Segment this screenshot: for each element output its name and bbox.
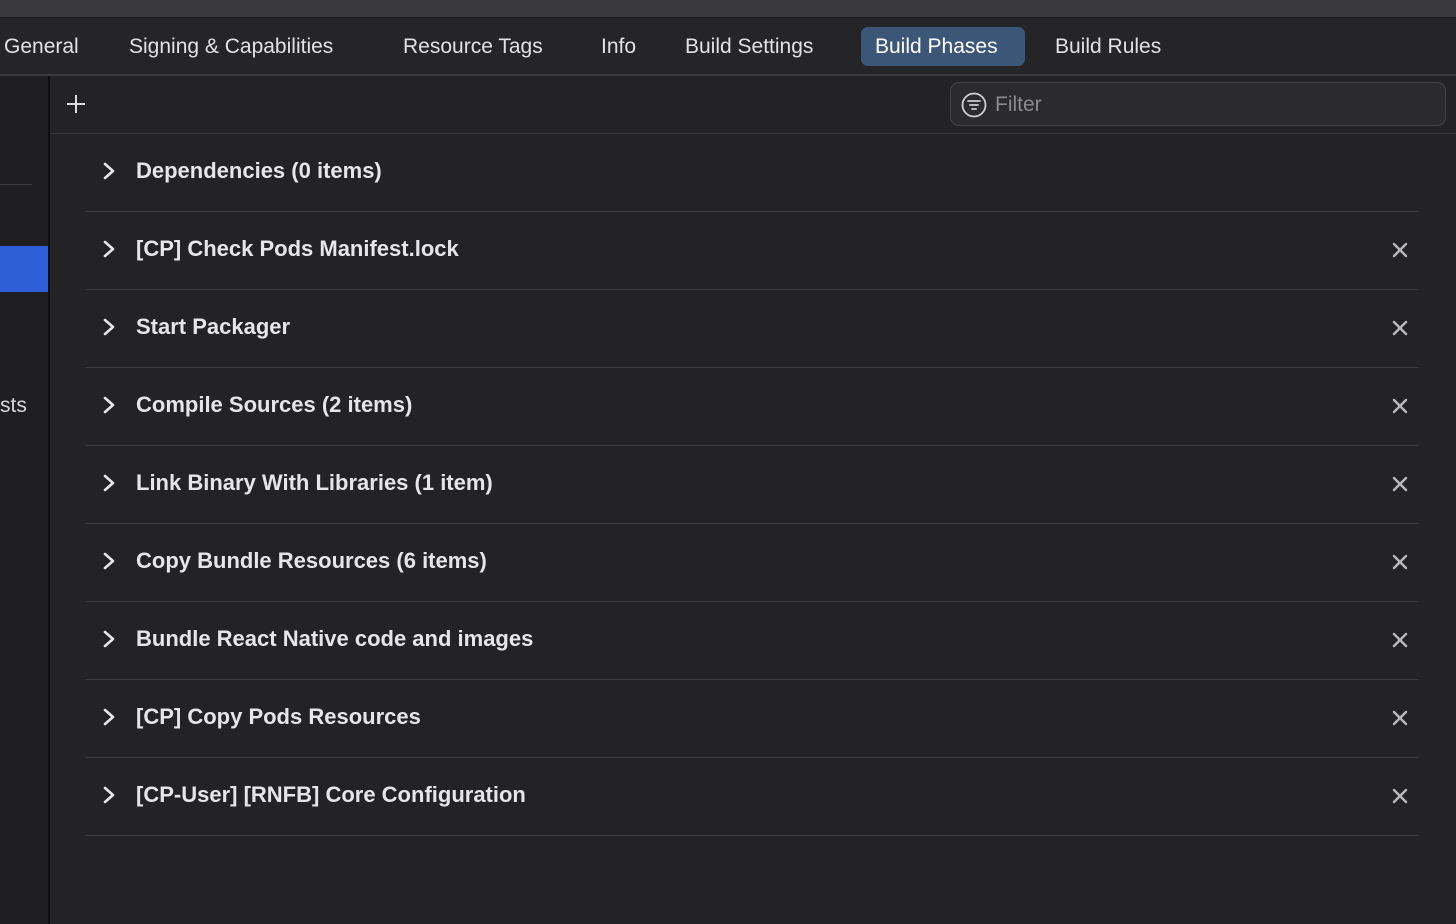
plus-icon[interactable]: [66, 94, 86, 114]
build-phase-label: Compile Sources (2 items): [136, 392, 413, 417]
tab-general[interactable]: General: [0, 27, 93, 66]
build-phase-copy-bundle-resources[interactable]: Copy Bundle Resources (6 items): [86, 524, 1418, 602]
window-top-strip: [0, 0, 1456, 18]
chevron-right-icon[interactable]: [102, 395, 116, 415]
close-icon[interactable]: [1392, 788, 1408, 804]
build-phase-label: Bundle React Native code and images: [136, 626, 534, 651]
chevron-right-icon[interactable]: [102, 551, 116, 571]
sidebar-item-label[interactable]: sts: [0, 394, 27, 418]
chevron-right-icon[interactable]: [102, 629, 116, 649]
build-phase-start-packager[interactable]: Start Packager: [86, 290, 1418, 368]
filter-icon: [961, 92, 987, 118]
chevron-right-icon[interactable]: [102, 785, 116, 805]
sidebar-divider: [0, 184, 32, 185]
filter-field[interactable]: [950, 82, 1446, 126]
tab-resource-tags[interactable]: Resource Tags: [389, 27, 557, 66]
build-phase-core-configuration[interactable]: [CP-User] [RNFB] Core Configuration: [86, 758, 1418, 836]
chevron-right-icon[interactable]: [102, 239, 116, 259]
chevron-right-icon[interactable]: [102, 473, 116, 493]
filter-input[interactable]: [993, 88, 1437, 122]
close-icon[interactable]: [1392, 476, 1408, 492]
close-icon[interactable]: [1392, 398, 1408, 414]
build-phase-label: Copy Bundle Resources (6 items): [136, 548, 487, 573]
build-phase-label: Link Binary With Libraries (1 item): [136, 470, 493, 495]
editor-tab-bar: General Signing & Capabilities Resource …: [0, 18, 1456, 76]
build-phase-label: Start Packager: [136, 314, 291, 339]
build-phase-copy-pods-resources[interactable]: [CP] Copy Pods Resources: [86, 680, 1418, 758]
close-icon[interactable]: [1392, 554, 1408, 570]
tab-signing-capabilities[interactable]: Signing & Capabilities: [115, 27, 347, 66]
build-phase-label: Dependencies (0 items): [136, 158, 382, 183]
build-phases-list: Dependencies (0 items) [CP] Check Pods M…: [86, 134, 1418, 836]
targets-sidebar: sts: [0, 76, 50, 924]
close-icon[interactable]: [1392, 242, 1408, 258]
build-phase-label: [CP] Copy Pods Resources: [136, 704, 421, 729]
tab-build-settings[interactable]: Build Settings: [671, 27, 827, 66]
tab-build-rules[interactable]: Build Rules: [1041, 27, 1175, 66]
build-phase-bundle-react-native[interactable]: Bundle React Native code and images: [86, 602, 1418, 680]
close-icon[interactable]: [1392, 710, 1408, 726]
tab-build-phases[interactable]: Build Phases: [861, 27, 1025, 66]
build-phase-link-binary[interactable]: Link Binary With Libraries (1 item): [86, 446, 1418, 524]
build-phase-dependencies[interactable]: Dependencies (0 items): [86, 134, 1418, 212]
build-phase-label: [CP] Check Pods Manifest.lock: [136, 236, 459, 261]
build-phases-toolbar: [50, 76, 1456, 134]
chevron-right-icon[interactable]: [102, 707, 116, 727]
build-phase-label: [CP-User] [RNFB] Core Configuration: [136, 782, 526, 807]
build-phase-check-pods-manifest[interactable]: [CP] Check Pods Manifest.lock: [86, 212, 1418, 290]
build-phase-compile-sources[interactable]: Compile Sources (2 items): [86, 368, 1418, 446]
sidebar-selected-item[interactable]: [0, 246, 48, 292]
chevron-right-icon[interactable]: [102, 317, 116, 337]
close-icon[interactable]: [1392, 320, 1408, 336]
chevron-right-icon[interactable]: [102, 161, 116, 181]
close-icon[interactable]: [1392, 632, 1408, 648]
tab-info[interactable]: Info: [587, 27, 650, 66]
